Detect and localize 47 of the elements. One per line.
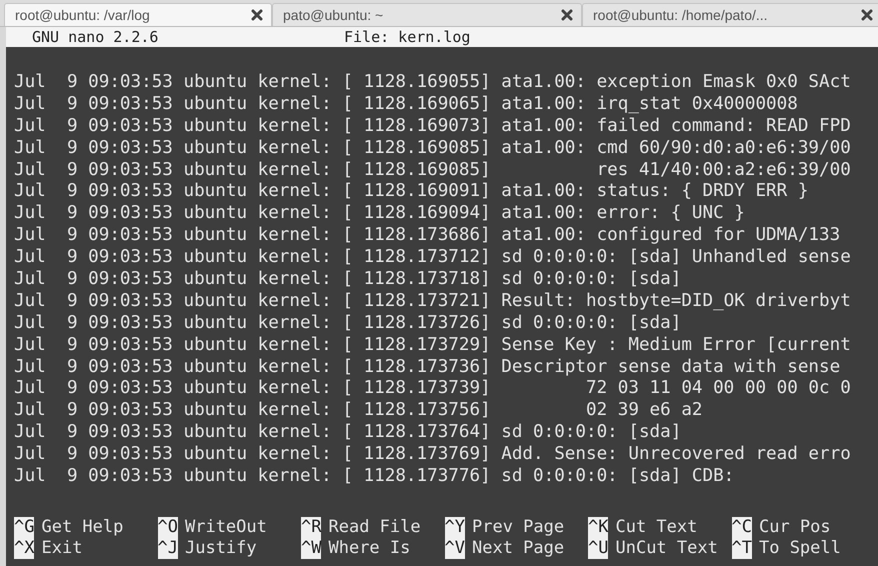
close-icon[interactable] [561,9,573,21]
log-line: Jul 9 09:03:53 ubuntu kernel: [ 1128.173769] Add. Sense: Unrecovered read erro [14,444,851,464]
log-line: Jul 9 09:03:53 ubuntu kernel: [ 1128.169094] ata1.00: error: { UNC } [14,203,745,224]
log-line: Jul 9 09:03:53 ubuntu kernel: [ 1128.169091] ata1.00: status: { DRDY ERR } [14,181,808,202]
log-line: Jul 9 09:03:53 ubuntu kernel: [ 1128.169055] ata1.00: exception Emask 0x0 SAct [14,72,851,92]
shortcut-key: ^O [158,516,178,538]
nano-version: GNU nano 2.2.6 [32,26,160,48]
log-line: Jul 9 09:03:53 ubuntu kernel: [ 1128.173726] sd 0:0:0:0: [sda] [14,312,682,333]
shortcut-label: Cut Text [615,516,698,538]
log-line: Jul 9 09:03:53 ubuntu kernel: [ 1128.173776] sd 0:0:0:0: [sda] CDB: [14,466,734,486]
log-line: Jul 9 09:03:53 ubuntu kernel: [ 1128.169065] ata1.00: irq_stat 0x40000008 [14,94,798,114]
shortcut-label: Prev Page [472,516,564,538]
log-line: Jul 9 09:03:53 ubuntu kernel: [ 1128.173718] sd 0:0:0:0: [sda] [14,269,682,290]
log-line: Jul 9 09:03:53 ubuntu kernel: [ 1128.169085] ata1.00: cmd 60/90:d0:a0:e6:39/00 [14,138,851,158]
terminal-tab[interactable]: root@ubuntu: /home/pato/... [582,3,878,26]
shortcut-label: WriteOut [184,516,267,538]
log-line: Jul 9 09:03:53 ubuntu kernel: [ 1128.173756] 02 39 e6 a2 [14,400,703,420]
file-name: File: kern.log [344,26,470,48]
shortcut-key: ^T [732,538,752,559]
log-line: Jul 9 09:03:53 ubuntu kernel: [ 1128.173739] 72 03 11 04 00 00 00 0c 0 [14,378,851,398]
shortcut-key: ^U [588,538,608,559]
shortcut-key: ^J [158,538,178,559]
terminal-tab[interactable]: root@ubuntu: /var/log [4,3,272,26]
shortcut-label: Cur Pos [758,516,831,538]
log-line: Jul 9 09:03:53 ubuntu kernel: [ 1128.173721] Result: hostbyte=DID_OK driverbyt [14,290,851,311]
shortcut-label: Read File [328,516,421,538]
log-line: Jul 9 09:03:53 ubuntu kernel: [ 1128.169085] res 41/40:00:a2:e6:39/00 [14,160,851,180]
close-icon[interactable] [251,9,263,21]
shortcut-key: ^G [14,516,34,538]
shortcut-label: UnCut Text [615,538,718,559]
shortcut-label: To Spell [758,538,841,559]
terminal-tab[interactable]: pato@ubuntu: ~ [272,3,582,26]
log-line: Jul 9 09:03:53 ubuntu kernel: [ 1128.173764] sd 0:0:0:0: [sda] [14,422,682,442]
log-line: Jul 9 09:03:53 ubuntu kernel: [ 1128.173686] ata1.00: configured for UDMA/133 [14,225,840,246]
shortcut-label: Exit [41,538,82,559]
close-icon[interactable] [861,9,873,21]
shortcut-label: Get Help [41,516,124,538]
log-line: Jul 9 09:03:53 ubuntu kernel: [ 1128.173729] Sense Key : Medium Error [current [14,334,851,355]
log-line: Jul 9 09:03:53 ubuntu kernel: [ 1128.169073] ata1.00: failed command: READ FPD [14,116,851,136]
shortcut-label: Where Is [328,538,410,559]
shortcut-key: ^C [732,516,752,538]
log-line: Jul 9 09:03:53 ubuntu kernel: [ 1128.173712] sd 0:0:0:0: [sda] Unhandled sense [14,247,851,268]
log-line: Jul 9 09:03:53 ubuntu kernel: [ 1128.173736] Descriptor sense data with sense [14,356,840,377]
shortcut-label: Justify [184,538,257,559]
shortcut-key: ^V [444,538,465,559]
shortcut-key: ^Y [444,516,465,538]
shortcut-label: Next Page [472,538,564,559]
